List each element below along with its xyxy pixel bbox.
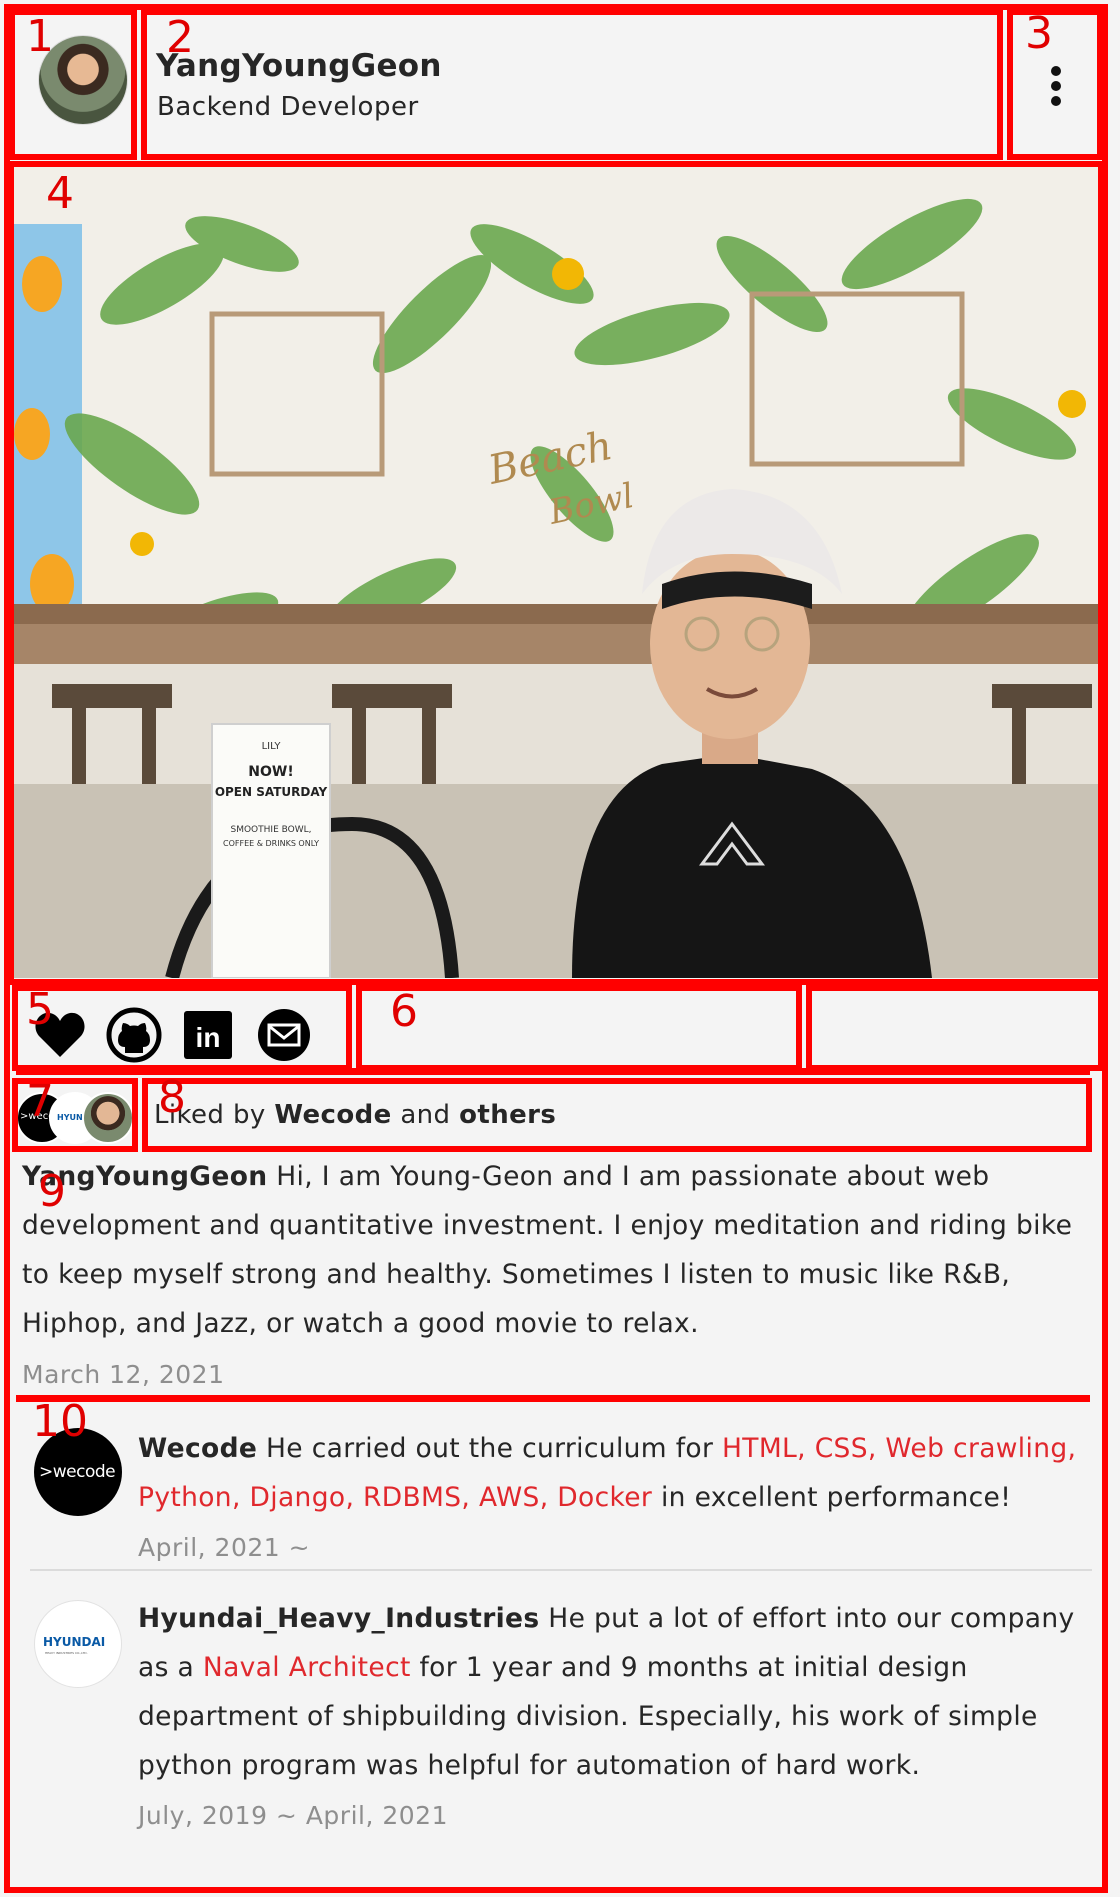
annotation-label-5: 5 <box>26 984 54 1035</box>
annotation-label-7: 7 <box>26 1076 54 1127</box>
annotation-label-3: 3 <box>1025 8 1053 59</box>
annotation-label-4: 4 <box>46 168 74 219</box>
annotation-label-8: 8 <box>158 1072 186 1123</box>
annotation-label-1: 1 <box>26 11 54 62</box>
profile-post-card: YangYoungGeon Backend Developer Beach Bo… <box>0 0 1120 1897</box>
annotation-box-4 <box>8 161 1104 985</box>
annotation-box-6b <box>806 985 1104 1071</box>
annotation-label-9: 9 <box>38 1166 66 1217</box>
annotation-box-6 <box>356 985 802 1071</box>
annotation-box-5 <box>12 985 352 1071</box>
annotation-box-3 <box>1007 9 1103 160</box>
annotation-label-2: 2 <box>166 12 194 63</box>
annotation-box-2 <box>141 9 1003 160</box>
annotation-box-8 <box>142 1078 1092 1152</box>
annotation-label-10: 10 <box>32 1396 88 1447</box>
annotation-label-6: 6 <box>390 986 418 1037</box>
annotation-line <box>16 1395 1090 1402</box>
